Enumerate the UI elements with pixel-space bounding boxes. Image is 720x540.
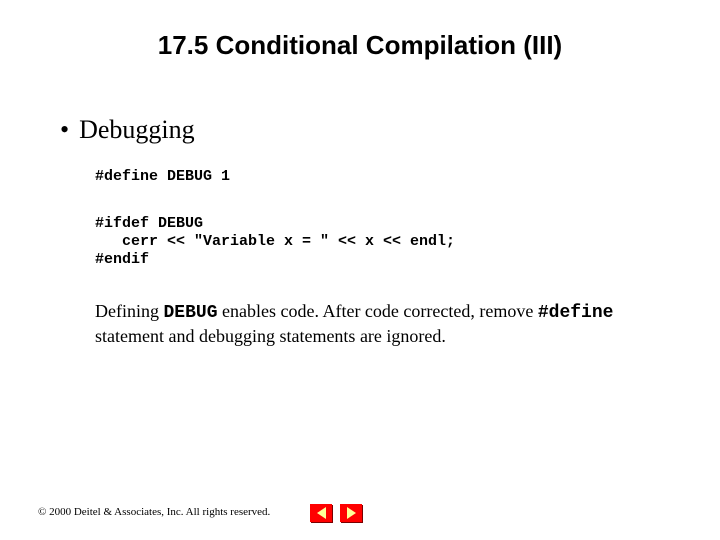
bullet-dot: •: [60, 115, 69, 144]
slide: 17.5 Conditional Compilation (III) • Debu…: [0, 0, 720, 540]
bullet-text: Debugging: [79, 115, 195, 144]
explain-code-define: #define: [538, 303, 614, 323]
bullet-debugging: • Debugging: [60, 115, 195, 145]
explain-code-debug: DEBUG: [163, 303, 217, 323]
code-ifdef-block: #ifdef DEBUG cerr << "Variable x = " << …: [95, 215, 455, 269]
slide-title: 17.5 Conditional Compilation (III): [0, 30, 720, 61]
nav-controls: [310, 504, 362, 522]
copyright-text: © 2000 Deitel & Associates, Inc. All rig…: [38, 506, 270, 518]
explain-part2: enables code. After code corrected, remo…: [218, 301, 538, 321]
arrow-left-icon: [317, 507, 326, 519]
explain-part3: statement and debugging statements are i…: [95, 326, 446, 346]
explanation-text: Defining DEBUG enables code. After code …: [95, 300, 660, 347]
explain-part1: Defining: [95, 301, 163, 321]
code-define: #define DEBUG 1: [95, 168, 230, 185]
next-slide-button[interactable]: [340, 504, 362, 522]
prev-slide-button[interactable]: [310, 504, 332, 522]
arrow-right-icon: [347, 507, 356, 519]
footer: © 2000 Deitel & Associates, Inc. All rig…: [38, 506, 270, 518]
